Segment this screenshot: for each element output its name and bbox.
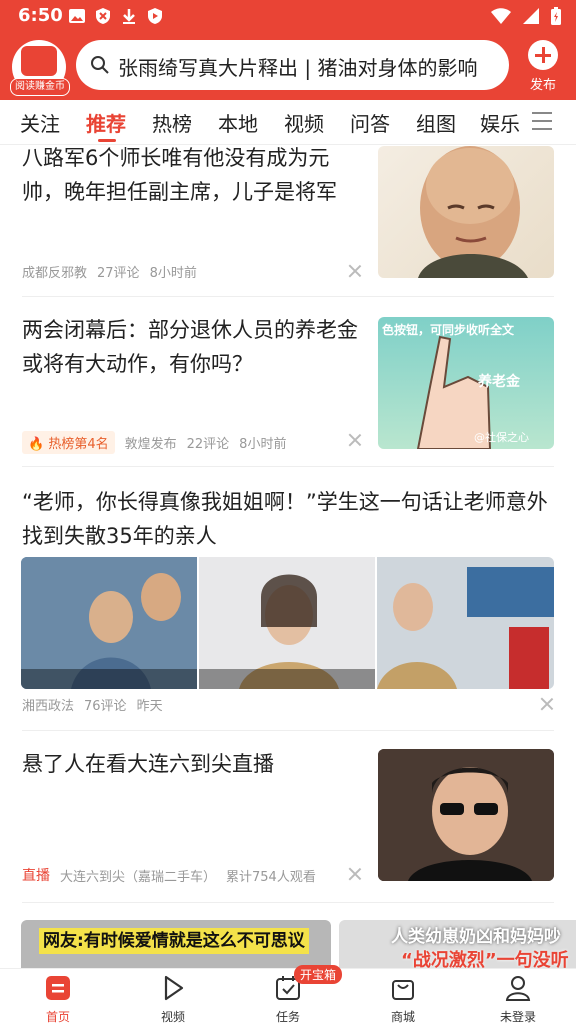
live-tag: 直播 — [22, 868, 50, 884]
nav-mall[interactable]: 商城 — [363, 973, 443, 1025]
tab-recommend[interactable]: 推荐 — [86, 108, 126, 137]
article-comments: 22评论 — [186, 437, 230, 452]
image-icon — [69, 9, 85, 23]
nav-video-label: 视频 — [160, 1010, 185, 1024]
live-meta: 直播 大连六到尖（嘉瑞二手车） 累计754人观看 — [22, 865, 316, 885]
nav-profile-label: 未登录 — [499, 1010, 536, 1024]
banner-presentation-image — [377, 557, 554, 689]
article-time: 8小时前 — [239, 437, 287, 452]
list-item[interactable]: 八路军6个师长唯有他没有成为元帅，晚年担任副主席，儿子是将军 成都反邪教 27评… — [0, 144, 576, 296]
app-header: 阅读赚金币 张雨绮写真大片释出 | 猪油对身体的影响 发布 — [0, 32, 576, 100]
tab-local[interactable]: 本地 — [218, 108, 258, 137]
tab-video[interactable]: 视频 — [284, 108, 324, 137]
tab-entertainment[interactable]: 娱乐 — [480, 108, 520, 137]
wifi-icon — [491, 8, 511, 24]
nav-profile[interactable]: 未登录 — [478, 973, 558, 1025]
video-thumbnail-left: 网友:有时候爱情就是这么不可思议 — [21, 920, 331, 968]
video-caption-right-1: 人类幼崽奶凶和妈妈吵 — [391, 927, 561, 947]
play-icon — [164, 975, 184, 1001]
system-icons — [490, 6, 562, 26]
menu-icon[interactable] — [532, 112, 552, 130]
battery-icon — [551, 7, 561, 25]
article-image-1 — [21, 557, 197, 689]
tab-gallery[interactable]: 组图 — [416, 108, 456, 137]
article-title: “老师，你长得真像我姐姐啊！”学生这一句话让老师意外找到失散35年的亲人 — [22, 490, 548, 548]
publish-label: 发布 — [529, 78, 556, 93]
live-source: 大连六到尖（嘉瑞二手车） — [60, 869, 217, 885]
nav-home-label: 首页 — [45, 1010, 70, 1024]
hot-rank-badge: 🔥 热榜第4名 — [22, 431, 115, 454]
search-bar[interactable]: 张雨绮写真大片释出 | 猪油对身体的影响 — [76, 40, 509, 90]
channel-tabs: 关注 推荐 热榜 本地 视频 问答 组图 娱乐 — [0, 100, 576, 145]
portrait-image — [418, 146, 528, 278]
home-icon — [46, 976, 70, 1000]
live-title: 悬了人在看大连六到尖直播 — [22, 752, 274, 776]
dismiss-icon[interactable] — [348, 433, 362, 447]
shield-x-icon — [96, 8, 110, 24]
streamer-image — [378, 749, 554, 881]
live-thumbnail — [378, 749, 554, 881]
article-image-3 — [377, 557, 554, 689]
article-comments: 27评论 — [97, 266, 140, 281]
article-meta: 湘西政法 76评论 昨天 — [22, 695, 163, 714]
video-thumbnail-right: 人类幼崽奶凶和妈妈吵 “战况激烈”一句没听 — [339, 920, 576, 968]
hot-rank-text: 热榜第4名 — [48, 437, 109, 452]
article-time: 8小时前 — [149, 266, 197, 281]
article-thumbnail: 色按钮，可同步收听全文 养老金 @社保之心 — [378, 317, 554, 449]
nav-video[interactable]: 视频 — [133, 973, 213, 1025]
police-scene-image — [21, 557, 197, 689]
dismiss-icon[interactable] — [348, 867, 362, 881]
news-feed[interactable]: 八路军6个师长唯有他没有成为元帅，晚年担任副主席，儿子是将军 成都反邪教 27评… — [0, 144, 576, 968]
article-meta: 成都反邪教 27评论 8小时前 — [22, 262, 197, 281]
plus-icon — [528, 40, 558, 70]
signal-icon — [523, 8, 539, 24]
video-caption-left: 网友:有时候爱情就是这么不可思议 — [39, 928, 309, 954]
article-meta: 🔥 热榜第4名 敦煌发布 22评论 8小时前 — [22, 431, 286, 454]
bottom-navigation: 首页 视频 任务 开宝箱 商城 未登录 — [0, 965, 576, 1025]
publish-button[interactable]: 发布 — [520, 40, 566, 93]
article-source: 湘西政法 — [22, 699, 75, 714]
status-time: 6:50 — [18, 5, 63, 26]
read-earn-coins-entry[interactable]: 阅读赚金币 — [10, 40, 70, 96]
nav-mall-label: 商城 — [390, 1010, 415, 1024]
live-viewers: 累计754人观看 — [226, 869, 316, 885]
search-suggestion: 张雨绮写真大片释出 | 猪油对身体的影响 — [118, 56, 478, 80]
dismiss-icon[interactable] — [348, 264, 362, 278]
article-thumbnail — [378, 146, 554, 278]
list-item[interactable]: 悬了人在看大连六到尖直播 直播 大连六到尖（嘉瑞二手车） 累计754人观看 — [0, 731, 576, 901]
search-icon — [91, 56, 109, 74]
thumbnail-label: 养老金 — [478, 374, 520, 390]
tab-follow[interactable]: 关注 — [20, 108, 60, 137]
thumbnail-watermark: @社保之心 — [474, 431, 529, 444]
nav-home[interactable]: 首页 — [18, 973, 98, 1025]
download-icon — [123, 9, 135, 24]
open-treasure-badge[interactable]: 开宝箱 — [294, 965, 343, 984]
article-title: 两会闭幕后：部分退休人员的养老金或将有大动作，有你吗？ — [22, 318, 358, 376]
user-icon — [505, 976, 531, 1001]
divider — [22, 902, 554, 903]
tab-qa[interactable]: 问答 — [350, 108, 390, 137]
red-envelope-icon — [21, 46, 57, 76]
article-comments: 76评论 — [84, 699, 127, 714]
active-tab-indicator — [98, 139, 116, 142]
nav-task-label: 任务 — [275, 1010, 300, 1024]
article-source: 成都反邪教 — [22, 266, 88, 281]
dismiss-icon[interactable] — [540, 697, 554, 711]
tab-hot[interactable]: 热榜 — [152, 108, 192, 137]
list-item[interactable]: “老师，你长得真像我姐姐啊！”学生这一句话让老师意外找到失散35年的亲人 湘西政… — [0, 467, 576, 729]
article-source: 敦煌发布 — [124, 437, 177, 452]
list-item[interactable]: 两会闭幕后：部分退休人员的养老金或将有大动作，有你吗？ 色按钮，可同步收听全文 … — [0, 297, 576, 467]
status-bar: 6:50 — [0, 0, 576, 32]
article-title: 八路军6个师长唯有他没有成为元帅，晚年担任副主席，儿子是将军 — [22, 146, 337, 204]
article-image-2 — [199, 557, 375, 689]
video-caption-right-2: “战况激烈”一句没听 — [401, 950, 569, 968]
article-time: 昨天 — [136, 699, 163, 714]
shield-play-icon — [148, 8, 162, 24]
read-earn-badge: 阅读赚金币 — [10, 78, 70, 96]
list-item[interactable]: 网友:有时候爱情就是这么不可思议 人类幼崽奶凶和妈妈吵 “战况激烈”一句没听 — [0, 920, 576, 968]
shopping-bag-icon — [392, 980, 414, 1000]
notification-icons — [68, 7, 164, 25]
woman-interview-image — [199, 557, 375, 689]
